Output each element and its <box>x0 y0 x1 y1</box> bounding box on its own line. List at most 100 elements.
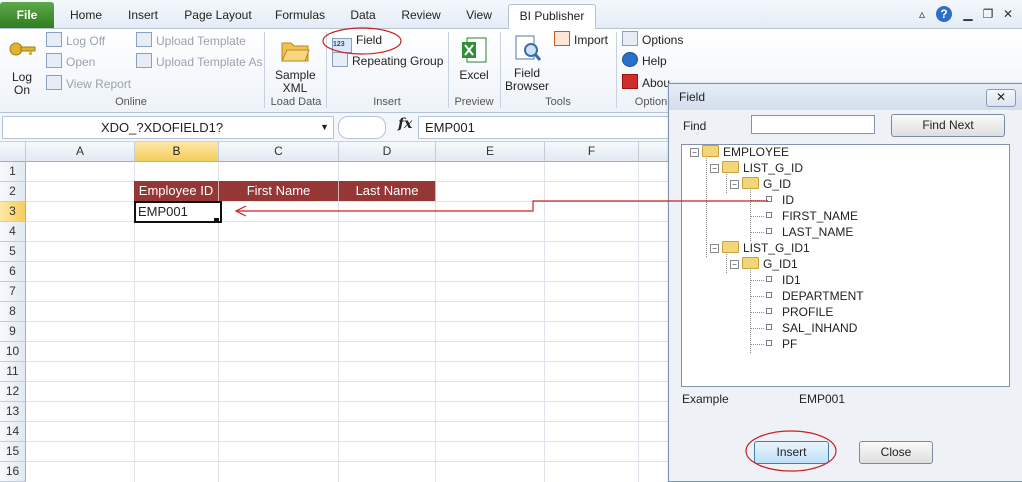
log-off-button[interactable]: Log Off <box>46 32 105 50</box>
excel-preview-button[interactable]: Excel <box>454 35 494 82</box>
about-button[interactable]: Abou <box>622 74 670 92</box>
ribbon-tab-bar: File Home Insert Page Layout Formulas Da… <box>0 0 1022 29</box>
repeating-group-icon <box>332 52 348 67</box>
field-browser-button[interactable]: Field Browser <box>504 33 550 93</box>
row-header[interactable]: 6 <box>0 262 26 282</box>
tab-review[interactable]: Review <box>394 4 448 26</box>
tree-connector <box>750 344 764 345</box>
view-report-button[interactable]: View Report <box>46 75 131 93</box>
chevron-down-icon[interactable]: ▼ <box>320 117 329 138</box>
column-header-a[interactable]: A <box>26 142 135 162</box>
folder-icon <box>742 257 759 269</box>
tree-node-g-id1[interactable]: − G_ID1 <box>730 257 798 272</box>
column-header-e[interactable]: E <box>436 142 545 162</box>
collapse-icon[interactable]: − <box>730 180 739 189</box>
fx-icon[interactable]: fx <box>398 116 412 132</box>
column-header-c[interactable]: C <box>219 142 339 162</box>
restore-icon[interactable]: ❐ <box>980 6 996 22</box>
column-header-b[interactable]: B <box>135 142 219 162</box>
key-icon <box>9 42 36 56</box>
row-header[interactable]: 8 <box>0 302 26 322</box>
tree-field-sal-inhand[interactable]: SAL_INHAND <box>766 321 857 336</box>
tree-field-last-name[interactable]: LAST_NAME <box>766 225 853 240</box>
log-on-button[interactable]: Log On <box>4 37 40 97</box>
collapse-icon[interactable]: − <box>730 260 739 269</box>
repeating-group-button[interactable]: Repeating Group <box>332 52 443 70</box>
row-header[interactable]: 10 <box>0 342 26 362</box>
tab-view[interactable]: View <box>456 4 502 26</box>
fill-handle[interactable] <box>214 218 219 223</box>
upload-template-button[interactable]: Upload Template <box>136 32 246 50</box>
tree-field-pf[interactable]: PF <box>766 337 797 352</box>
tree-node-list-g-id1[interactable]: − LIST_G_ID1 <box>710 241 810 256</box>
tab-file[interactable]: File <box>0 2 54 28</box>
tab-insert[interactable]: Insert <box>118 4 168 26</box>
collapse-icon[interactable]: − <box>690 148 699 157</box>
folder-open-icon <box>281 42 310 62</box>
tree-node-employee[interactable]: − EMPLOYEE <box>690 145 789 160</box>
row-header[interactable]: 11 <box>0 362 26 382</box>
options-button[interactable]: Options <box>622 31 683 49</box>
close-window-icon[interactable]: ✕ <box>1000 6 1016 22</box>
tree-field-department[interactable]: DEPARTMENT <box>766 289 864 304</box>
tree-field-profile[interactable]: PROFILE <box>766 305 833 320</box>
help-icon[interactable]: ? <box>936 6 952 22</box>
row-header[interactable]: 2 <box>0 182 26 202</box>
row-header[interactable]: 16 <box>0 462 26 482</box>
row-header[interactable]: 9 <box>0 322 26 342</box>
row-header[interactable]: 4 <box>0 222 26 242</box>
cell-b2-employee-id[interactable]: Employee ID <box>134 181 219 201</box>
row-header[interactable]: 1 <box>0 162 26 182</box>
open-button[interactable]: Open <box>46 53 95 71</box>
tree-connector <box>750 232 764 233</box>
group-label-preview: Preview <box>454 96 494 108</box>
dialog-close-button[interactable]: ✕ <box>986 89 1016 107</box>
tab-data[interactable]: Data <box>340 4 386 26</box>
column-header-f[interactable]: F <box>545 142 639 162</box>
help-button[interactable]: Help <box>622 52 667 70</box>
row-header[interactable]: 7 <box>0 282 26 302</box>
find-next-button[interactable]: Find Next <box>891 114 1005 137</box>
formula-bar-expand[interactable] <box>338 116 386 139</box>
name-box[interactable]: XDO_?XDOFIELD1? ▼ <box>2 116 334 139</box>
collapse-ribbon-icon[interactable]: ▵ <box>914 6 930 22</box>
gridline <box>26 281 671 282</box>
field-button[interactable]: 123 Field <box>332 31 382 53</box>
select-all-corner[interactable] <box>0 142 26 162</box>
tree-field-id1[interactable]: ID1 <box>766 273 801 288</box>
sample-xml-button[interactable]: Sample XML <box>270 35 320 95</box>
gridline <box>26 441 671 442</box>
tree-field-id[interactable]: ID <box>766 193 794 208</box>
row-header[interactable]: 5 <box>0 242 26 262</box>
row-header[interactable]: 12 <box>0 382 26 402</box>
import-button[interactable]: Import <box>554 31 608 49</box>
column-header-d[interactable]: D <box>339 142 436 162</box>
find-input[interactable] <box>751 115 875 134</box>
field-leaf-icon <box>766 324 772 330</box>
gridline <box>26 461 671 462</box>
insert-button[interactable]: Insert <box>754 441 829 464</box>
cell-d2-last-name[interactable]: Last Name <box>339 181 436 201</box>
field-tree[interactable]: − EMPLOYEE − LIST_G_ID − G_ID ID FIRST_NAME… <box>681 144 1010 387</box>
tree-field-first-name[interactable]: FIRST_NAME <box>766 209 858 224</box>
collapse-icon[interactable]: − <box>710 244 719 253</box>
field-leaf-icon <box>766 292 772 298</box>
tree-node-g-id[interactable]: − G_ID <box>730 177 791 192</box>
row-header[interactable]: 14 <box>0 422 26 442</box>
row-header[interactable]: 13 <box>0 402 26 422</box>
tree-node-list-g-id[interactable]: − LIST_G_ID <box>710 161 803 176</box>
column-header-g[interactable] <box>639 142 670 162</box>
minimize-icon[interactable]: ▁ <box>960 6 976 22</box>
group-separator <box>264 32 265 108</box>
cell-c2-first-name[interactable]: First Name <box>219 181 339 201</box>
close-button[interactable]: Close <box>859 441 933 464</box>
tab-home[interactable]: Home <box>62 4 110 26</box>
row-header[interactable]: 15 <box>0 442 26 462</box>
tab-page-layout[interactable]: Page Layout <box>176 4 260 26</box>
active-cell-b3[interactable]: EMP001 <box>134 201 222 223</box>
tab-formulas[interactable]: Formulas <box>268 4 332 26</box>
collapse-icon[interactable]: − <box>710 164 719 173</box>
tab-bi-publisher[interactable]: BI Publisher <box>508 4 596 29</box>
upload-template-as-button[interactable]: Upload Template As <box>136 53 263 71</box>
row-header[interactable]: 3 <box>0 202 26 222</box>
